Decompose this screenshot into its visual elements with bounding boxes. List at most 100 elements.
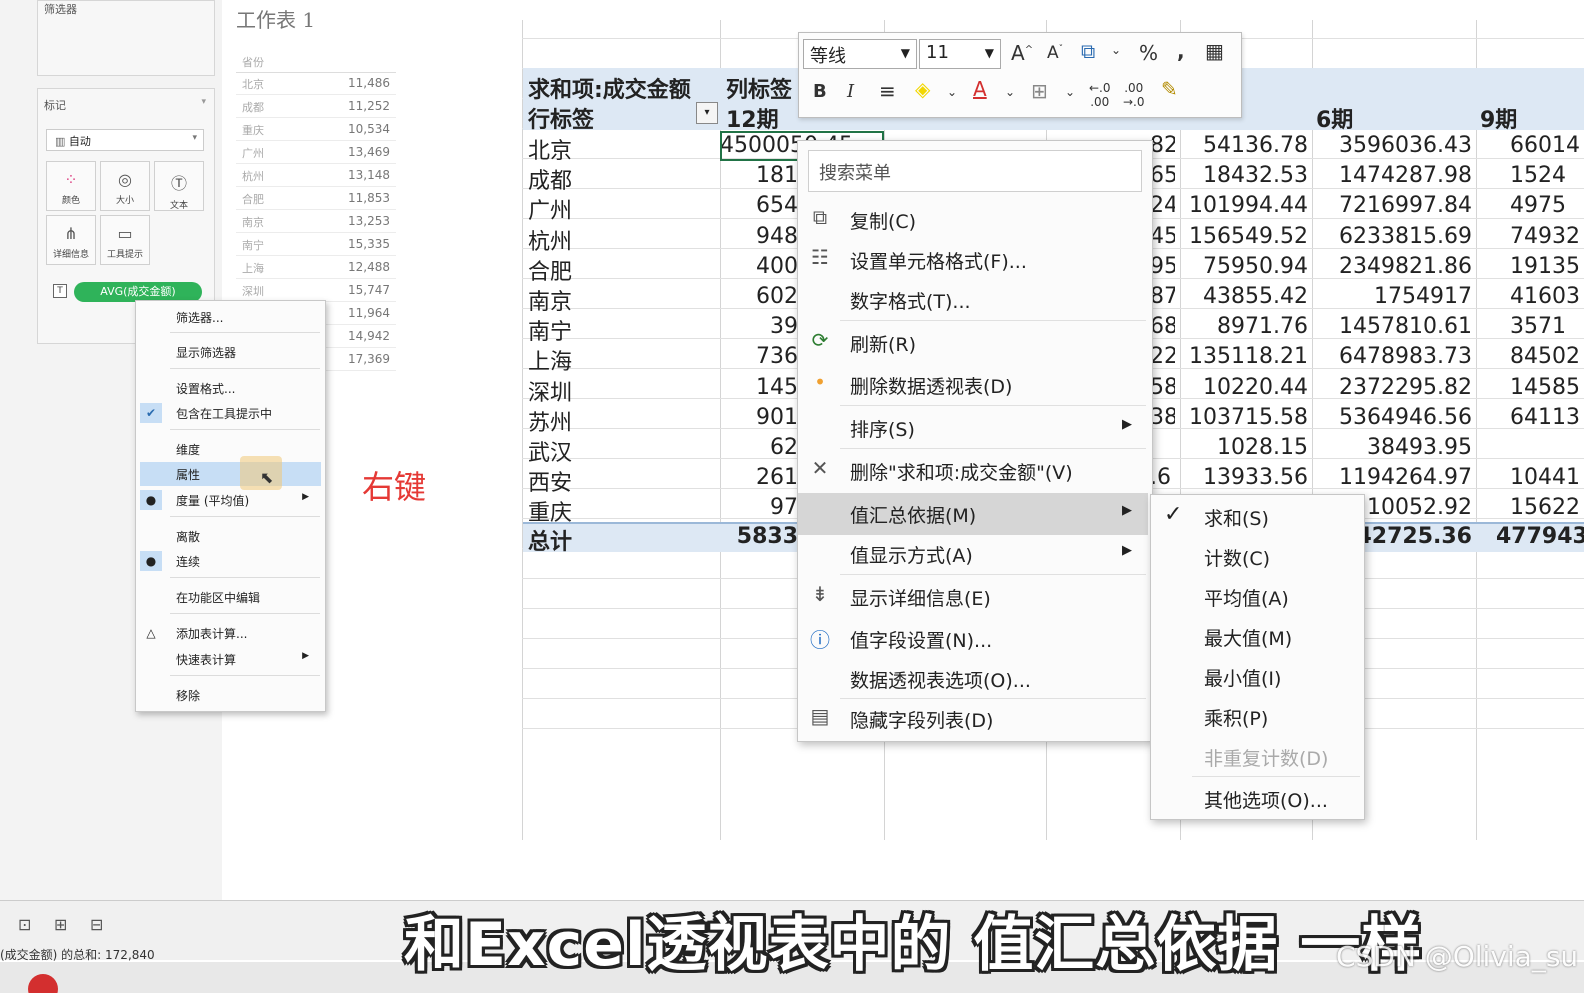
row-value-cell[interactable]: 654 <box>720 193 798 218</box>
row-partial-cell[interactable]: 68 <box>1150 314 1175 339</box>
row-value-cell[interactable]: 7216997.84 <box>1312 193 1472 218</box>
submenu-item-more-options[interactable]: 其他选项(O)... <box>1152 780 1362 818</box>
row-city-cell[interactable]: 上海 <box>528 344 572 376</box>
bold-icon[interactable]: B <box>813 81 827 102</box>
row-city-cell[interactable]: 苏州 <box>528 405 572 437</box>
row-city-cell[interactable]: 深圳 <box>528 375 572 407</box>
new-datasource-icon[interactable]: ⊡ <box>18 915 31 934</box>
row-partial-cell[interactable]: 87 <box>1150 284 1175 309</box>
decrease-font-icon[interactable]: Aˇ <box>1047 43 1063 63</box>
row-value-cell[interactable]: 19135 <box>1476 254 1584 279</box>
row-value-cell[interactable]: 64113 <box>1476 405 1584 430</box>
row-value-cell[interactable]: 84502 <box>1476 344 1584 369</box>
increase-decimal-icon[interactable]: ←.0.00 <box>1089 81 1111 109</box>
menu-item-attribute[interactable]: 属性 ⬉ <box>140 456 321 490</box>
row-value-cell[interactable]: 3571 <box>1476 314 1584 339</box>
menu-item-filter[interactable]: 筛选器... <box>136 305 325 329</box>
menu-item-remove-field[interactable]: ✕ 删除"求和项:成交金额"(V) <box>798 450 1148 492</box>
borders-icon[interactable]: ⊞ <box>1031 79 1048 103</box>
row-value-cell[interactable]: 948 <box>720 224 798 249</box>
row-value-cell[interactable]: 38493.95 <box>1312 435 1472 460</box>
row-value-cell[interactable]: 10441 <box>1476 465 1584 490</box>
row-value-cell[interactable]: 145 <box>720 375 798 400</box>
italic-icon[interactable]: I <box>847 81 854 102</box>
row-value-cell[interactable]: 261 <box>720 465 798 490</box>
row-value-cell[interactable]: 6478983.73 <box>1312 344 1472 369</box>
menu-item-hide-field-list[interactable]: ▤ 隐藏字段列表(D) <box>798 698 1148 740</box>
chevron-down-icon[interactable]: ⌄ <box>1111 43 1121 57</box>
filters-shelf[interactable]: 筛选器 <box>37 0 215 76</box>
row-city-cell[interactable]: 成都 <box>528 163 572 195</box>
submenu-item-sum[interactable]: ✓ 求和(S) <box>1152 498 1362 536</box>
menu-item-value-field-settings[interactable]: ⓘ 值字段设置(N)... <box>798 618 1148 660</box>
menu-item-add-table-calc[interactable]: △ 添加表计算... <box>136 621 325 645</box>
row-value-cell[interactable]: 2372295.82 <box>1312 375 1472 400</box>
row-value-cell[interactable]: 8971.76 <box>1180 314 1308 339</box>
row-partial-cell[interactable]: 38 <box>1150 405 1175 430</box>
row-value-cell[interactable]: 66014 <box>1476 133 1584 158</box>
font-size-select[interactable]: 11 ▼ <box>919 39 1001 69</box>
menu-item-delete-pivot[interactable]: • 删除数据透视表(D) <box>798 364 1148 406</box>
menu-item-pivot-options[interactable]: 数据透视表选项(O)... <box>798 658 1148 700</box>
comma-style-icon[interactable]: , <box>1177 39 1185 63</box>
increase-font-icon[interactable]: A^ <box>1011 41 1033 65</box>
row-value-cell[interactable]: 5364946.56 <box>1312 405 1472 430</box>
row-partial-cell[interactable]: .6 <box>1150 465 1175 490</box>
menu-item-refresh[interactable]: ⟳ 刷新(R) <box>798 322 1148 364</box>
row-value-cell[interactable]: 1754917 <box>1312 284 1472 309</box>
menu-item-format[interactable]: 设置格式... <box>136 376 325 400</box>
row-value-cell[interactable]: 62 <box>720 435 798 460</box>
detail-button[interactable]: ⋔ 详细信息 <box>46 215 96 265</box>
percent-icon[interactable]: % <box>1139 41 1158 65</box>
menu-item-format-cells[interactable]: ☷ 设置单元格格式(F)... <box>798 239 1148 281</box>
menu-item-show-details[interactable]: ⇟ 显示详细信息(E) <box>798 576 1148 618</box>
menu-item-summarize-by[interactable]: 值汇总依据(M) ▶ <box>798 493 1148 535</box>
row-partial-cell[interactable]: 58 <box>1150 375 1175 400</box>
font-name-select[interactable]: 等线 ▼ <box>803 39 917 69</box>
new-dashboard-icon[interactable]: ⊟ <box>90 915 103 934</box>
row-value-cell[interactable]: 1194264.97 <box>1312 465 1472 490</box>
row-value-cell[interactable]: 3596036.43 <box>1312 133 1472 158</box>
align-center-icon[interactable]: ≡ <box>879 79 896 103</box>
measure-pill[interactable]: AVG(成交金额) <box>74 282 202 302</box>
submenu-item-min[interactable]: 最小值(I) <box>1152 658 1362 696</box>
mark-type-select[interactable]: ▥ 自动 ▾ <box>46 129 204 151</box>
size-button[interactable]: ◎ 大小 <box>100 161 150 211</box>
paintbrush-icon[interactable]: ✎ <box>1161 77 1178 101</box>
chevron-down-icon[interactable]: ▾ <box>201 97 206 107</box>
row-city-cell[interactable]: 合肥 <box>528 254 572 286</box>
menu-item-sort[interactable]: 排序(S) ▶ <box>798 407 1148 449</box>
chevron-down-icon[interactable]: ⌄ <box>947 85 957 99</box>
color-button[interactable]: ⁘ 颜色 <box>46 161 96 211</box>
row-partial-cell[interactable]: 65 <box>1150 163 1175 188</box>
row-filter-dropdown-icon[interactable]: ▾ <box>696 102 718 124</box>
row-value-cell[interactable]: 181 <box>720 163 798 188</box>
row-value-cell[interactable]: 15622 <box>1476 495 1584 520</box>
row-value-cell[interactable]: 43855.42 <box>1180 284 1308 309</box>
row-value-cell[interactable]: 6233815.69 <box>1312 224 1472 249</box>
row-value-cell[interactable]: 14585 <box>1476 375 1584 400</box>
row-value-cell[interactable]: 4975 <box>1476 193 1584 218</box>
menu-search-input[interactable]: 搜索菜单 <box>808 150 1142 192</box>
text-button[interactable]: Ⓣ 文本 <box>154 161 204 211</box>
menu-item-show-values-as[interactable]: 值显示方式(A) ▶ <box>798 533 1148 575</box>
row-value-cell[interactable]: 10220.44 <box>1180 375 1308 400</box>
menu-item-continuous[interactable]: ● 连续 <box>136 549 325 573</box>
row-value-cell[interactable]: 74932 <box>1476 224 1584 249</box>
row-value-cell[interactable]: 135118.21 <box>1180 344 1308 369</box>
row-value-cell[interactable]: 1028.15 <box>1180 435 1308 460</box>
submenu-item-max[interactable]: 最大值(M) <box>1152 618 1362 656</box>
row-value-cell[interactable]: 602 <box>720 284 798 309</box>
fill-color-icon[interactable]: ◈ <box>915 77 930 101</box>
tooltip-button[interactable]: ▭ 工具提示 <box>100 215 150 265</box>
row-value-cell[interactable]: 13933.56 <box>1180 465 1308 490</box>
row-partial-cell[interactable]: 82 <box>1150 133 1175 158</box>
menu-item-quick-table-calc[interactable]: 快速表计算 ▶ <box>136 647 325 671</box>
row-value-cell[interactable]: 97 <box>720 495 798 520</box>
menu-item-include-tooltip[interactable]: ✔ 包含在工具提示中 <box>136 401 325 425</box>
row-partial-cell[interactable]: 95 <box>1150 254 1175 279</box>
row-value-cell[interactable]: 736 <box>720 344 798 369</box>
chevron-down-icon[interactable]: ⌄ <box>1005 85 1015 99</box>
row-value-cell[interactable]: 39 <box>720 314 798 339</box>
submenu-item-product[interactable]: 乘积(P) <box>1152 698 1362 736</box>
